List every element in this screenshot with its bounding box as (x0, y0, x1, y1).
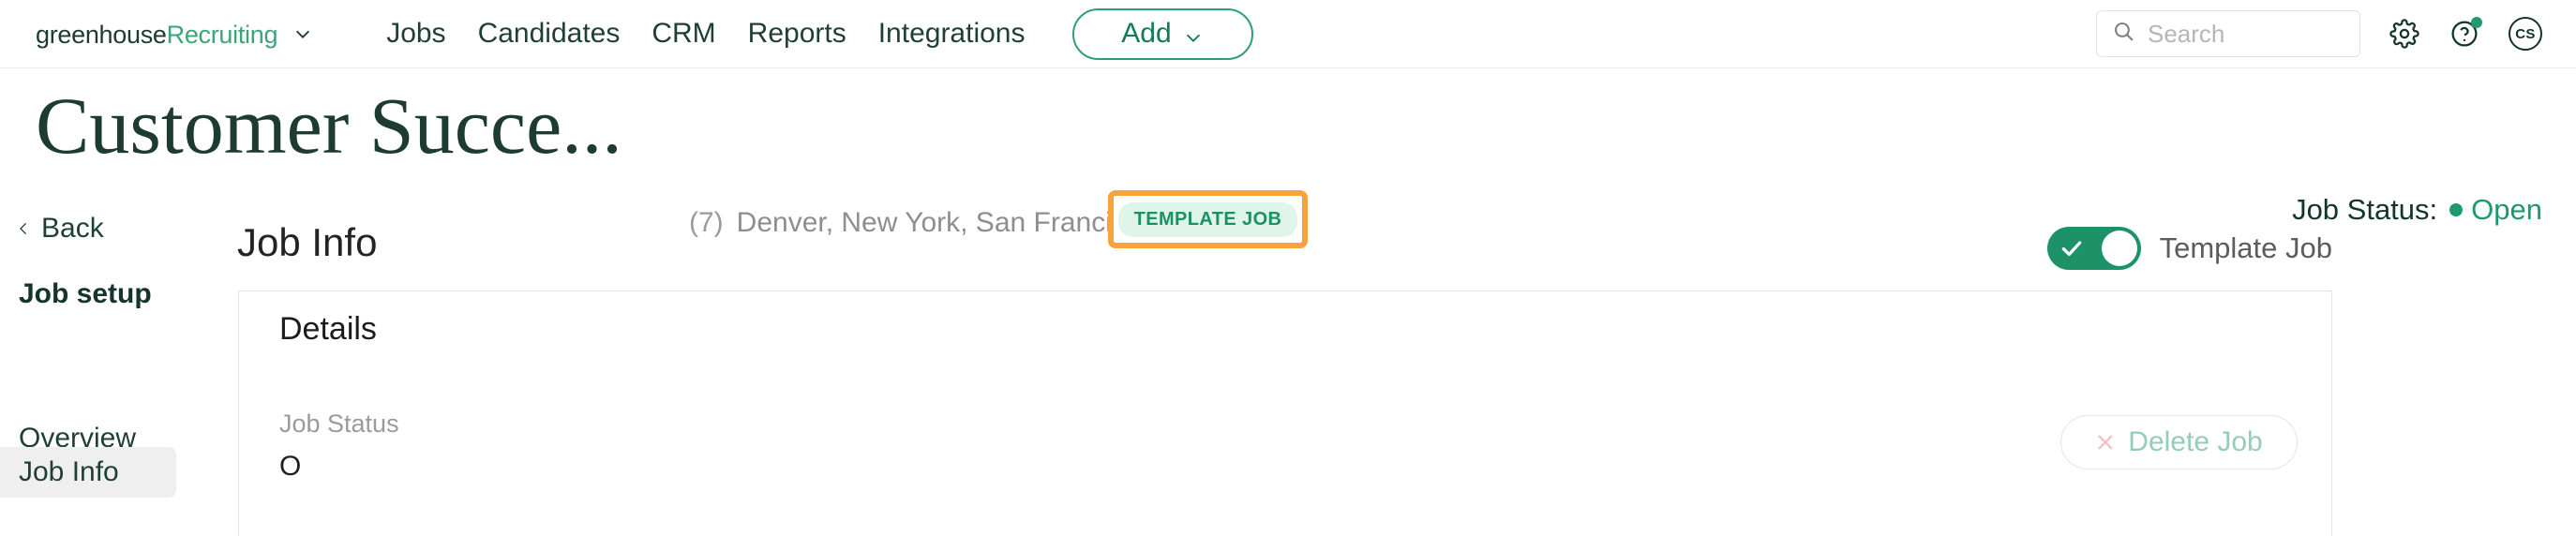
page-title: Customer Succe... (36, 81, 622, 171)
sidebar-section-heading: Job setup (19, 278, 152, 309)
search-icon (2112, 20, 2135, 48)
template-job-toggle-label: Template Job (2159, 231, 2332, 264)
brand-logo[interactable]: greenhouseRecruiting (36, 21, 313, 48)
back-link-label: Back (41, 213, 104, 244)
search-input[interactable] (2148, 19, 2335, 49)
back-link[interactable]: Back (16, 215, 104, 243)
nav-link-crm[interactable]: CRM (651, 20, 715, 48)
avatar-initials: CS (2515, 25, 2536, 42)
delete-job-label: Delete Job (2128, 426, 2263, 457)
nav-link-jobs[interactable]: Jobs (386, 20, 445, 48)
gear-icon[interactable] (2389, 18, 2420, 50)
template-job-toggle[interactable] (2046, 227, 2141, 270)
card-title: Details (279, 311, 377, 347)
main-content: Job Info Template Job Details Job Status… (176, 197, 2576, 536)
template-job-toggle-row: Template Job (2046, 227, 2332, 270)
job-status-field-label: Job Status (279, 409, 399, 438)
details-card: Details Job Status O Delete Job (238, 290, 2332, 536)
chevron-down-icon (1183, 23, 1204, 44)
brand-secondary-text: Recruiting (166, 20, 278, 49)
add-button-label: Add (1121, 18, 1172, 49)
section-title: Job Info (237, 220, 378, 264)
check-icon (2059, 236, 2084, 261)
question-circle-icon[interactable] (2449, 17, 2482, 50)
search-box[interactable] (2096, 10, 2360, 57)
nav-link-integrations[interactable]: Integrations (878, 20, 1026, 48)
brand-wordmark: greenhouseRecruiting (36, 21, 277, 48)
add-button[interactable]: Add (1071, 7, 1253, 60)
nav-right-cluster: CS (2096, 0, 2542, 67)
nav-link-candidates[interactable]: Candidates (478, 20, 621, 48)
notification-dot (2471, 17, 2482, 28)
toggle-knob (2101, 231, 2137, 266)
page-header: Customer Succe... (7) Denver, New York, … (0, 68, 2576, 248)
chevron-down-icon[interactable] (292, 23, 313, 44)
brand-primary-text: greenhouse (36, 20, 167, 49)
sidebar-item-label: Job Info (19, 456, 119, 487)
chevron-left-icon (16, 217, 32, 240)
nav-link-reports[interactable]: Reports (748, 20, 846, 48)
avatar[interactable]: CS (2509, 17, 2542, 51)
sidebar-item-job-info[interactable]: Job Info (0, 447, 176, 498)
top-navigation-bar: greenhouseRecruiting Jobs Candidates CRM… (0, 0, 2576, 68)
delete-job-button[interactable]: Delete Job (2060, 415, 2298, 469)
primary-nav-links: Jobs Candidates CRM Reports Integrations (386, 20, 1025, 48)
sidebar: Back Job setup Overview Job Info (0, 197, 176, 527)
x-icon (2095, 432, 2116, 453)
job-status-field-value: O (279, 451, 302, 482)
